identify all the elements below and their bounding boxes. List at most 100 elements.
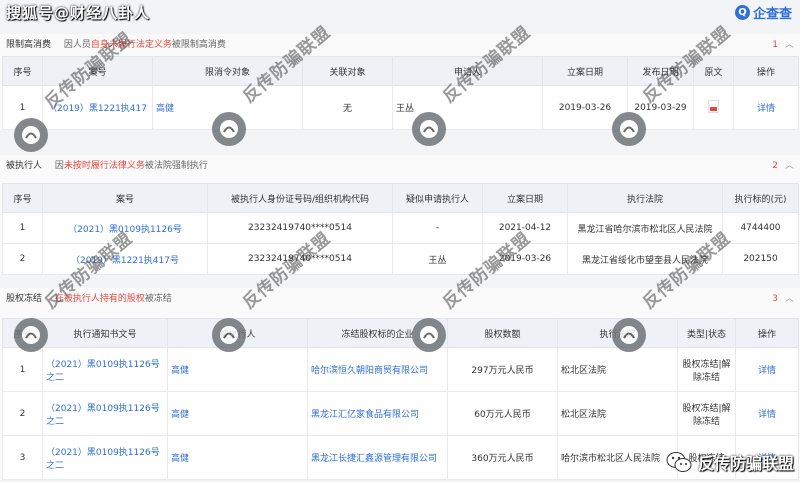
chevron-up-icon[interactable]: ︿	[785, 288, 794, 310]
section-desc: 因未按时履行法律义务被法院强制执行	[54, 161, 208, 171]
table-header-row: 序号 案号 限消令对象 关联对象 申请人 立案日期 发布日期 原文 操作	[2, 56, 799, 86]
col-header: 操作	[733, 56, 799, 86]
publish-date: 2019-03-29	[627, 85, 694, 130]
section-judgment-debtor: 被执行人 因未按时履行法律义务被法院强制执行 2 ︿ 序号 案号 被执行人身份证…	[0, 155, 800, 275]
company-link[interactable]: 黑龙江长捷汇鑫源管理有限公司	[307, 435, 448, 480]
person-link[interactable]: 高健	[167, 435, 308, 480]
court: 松北区法院	[557, 391, 678, 436]
amount: 202150	[722, 243, 799, 275]
qichacha-logo-icon: Q	[734, 4, 750, 20]
section-title: 股权冻结	[6, 294, 43, 304]
col-header: 发布日期	[627, 56, 694, 86]
case-number-link[interactable]: （2019）黑1221执417	[42, 85, 153, 130]
section-header: 股权冻结 在被执行人持有的股权被冻结 3 ︿	[0, 288, 800, 310]
section-header: 限制高消费 因人员自身未履行法定义务被限制高消费 1 ︿	[0, 34, 800, 56]
row-index: 1	[2, 212, 43, 244]
notice-number-link[interactable]: （2021）黑0109执1126号之二	[42, 347, 168, 392]
id-code: 23232419740****0514	[207, 212, 393, 244]
original-doc[interactable]	[693, 85, 734, 130]
chevron-up-icon[interactable]: ︿	[785, 34, 794, 56]
company-link[interactable]: 黑龙江汇亿家食品有限公司	[307, 391, 448, 436]
section-title: 被执行人	[6, 161, 43, 171]
table-row: 1 （2021）黑0109执1126号之二 高健 哈尔滨恒久朝阳商贸有限公司 2…	[2, 347, 799, 392]
details-link[interactable]: 详情	[735, 347, 799, 392]
col-header: 原文	[693, 56, 734, 86]
applicant: 王丛	[392, 85, 543, 130]
row-index: 1	[2, 347, 43, 392]
col-header: 序号	[2, 183, 43, 213]
col-header: 股权数额	[447, 318, 558, 348]
section-title: 限制高消费	[6, 40, 52, 50]
row-index: 2	[2, 391, 43, 436]
equity-amount: 360万元人民币	[447, 435, 558, 480]
judgment-debtor-table: 序号 案号 被执行人身份证号码/组织机构代码 疑似申请执行人 立案日期 执行法院…	[2, 183, 799, 275]
amount: 4744400	[722, 212, 799, 244]
section-count: 3	[772, 294, 778, 304]
col-header: 被执行人	[167, 318, 308, 348]
consumption-limit-table: 序号 案号 限消令对象 关联对象 申请人 立案日期 发布日期 原文 操作 1 （…	[2, 56, 799, 130]
col-header: 执行标的(元)	[722, 183, 799, 213]
related-party: 无	[302, 85, 393, 130]
notice-number-link[interactable]: （2021）黑0109执1126号之二	[42, 391, 168, 436]
col-header: 限消令对象	[152, 56, 303, 86]
filing-date: 2021-04-12	[482, 212, 568, 244]
col-header: 案号	[42, 183, 208, 213]
applicant: 王丛	[392, 243, 483, 275]
equity-amount: 297万元人民币	[447, 347, 558, 392]
col-header: 申请人	[392, 56, 543, 86]
section-count: 1	[772, 40, 778, 50]
filing-date: 2019-03-26	[482, 243, 568, 275]
table-row: 1 （2019）黑1221执417 高健 无 王丛 2019-03-26 201…	[2, 85, 799, 130]
court: 黑龙江省哈尔滨市松北区人民法院	[567, 212, 723, 244]
pdf-file-icon[interactable]	[708, 99, 719, 113]
person-link[interactable]: 高健	[167, 347, 308, 392]
table-header-row: 序号 执行通知书文号 被执行人 冻结股权标的企业 股权数额 执行法院 类型|状态…	[2, 318, 799, 348]
col-header: 执行法院	[557, 318, 678, 348]
court: 黑龙江省绥化市望奎县人民法院	[567, 243, 723, 275]
person-link[interactable]: 高健	[152, 85, 303, 130]
court: 哈尔滨市松北区人民法院	[557, 435, 678, 480]
footer-brand-text: 反传防骗联盟	[697, 454, 794, 473]
qichacha-logo[interactable]: Q 企查查	[734, 4, 792, 22]
section-count: 2	[772, 161, 778, 171]
case-number-link[interactable]: （2019）黑1221执417号	[42, 243, 208, 275]
applicant: -	[392, 212, 483, 244]
top-bar: 搜狐号@财经八卦人 Q 企查查	[0, 0, 800, 30]
notice-number-link[interactable]: （2021）黑0109执1126号之二	[42, 435, 168, 480]
footer-brand: 反传防骗联盟	[666, 450, 794, 474]
col-header: 立案日期	[542, 56, 628, 86]
filing-date: 2019-03-26	[542, 85, 628, 130]
col-header: 案号	[42, 56, 153, 86]
col-header: 关联对象	[302, 56, 393, 86]
row-index: 2	[2, 243, 43, 275]
col-header: 被执行人身份证号码/组织机构代码	[207, 183, 393, 213]
section-desc: 因人员自身未履行法定义务被限制高消费	[63, 40, 226, 50]
details-link[interactable]: 详情	[733, 85, 799, 130]
col-header: 冻结股权标的企业	[307, 318, 448, 348]
table-row: 1 （2021）黑0109执1126号 23232419740****0514 …	[2, 212, 799, 244]
row-index: 1	[2, 85, 43, 130]
table-header-row: 序号 案号 被执行人身份证号码/组织机构代码 疑似申请执行人 立案日期 执行法院…	[2, 183, 799, 213]
table-row: 2 （2019）黑1221执417号 23232419740****0514 王…	[2, 243, 799, 275]
details-link[interactable]: 详情	[735, 391, 799, 436]
qichacha-logo-text: 企查查	[752, 6, 792, 22]
col-header: 类型|状态	[677, 318, 736, 348]
section-desc: 在被执行人持有的股权被冻结	[54, 294, 172, 304]
table-row: 2 （2021）黑0109执1126号之二 高健 黑龙江汇亿家食品有限公司 60…	[2, 391, 799, 436]
type-status: 股权冻结|解除冻结	[677, 347, 736, 392]
id-code: 23232419740****0514	[207, 243, 393, 275]
type-status: 股权冻结|解除冻结	[677, 391, 736, 436]
col-header: 序号	[2, 318, 43, 348]
col-header: 序号	[2, 56, 43, 86]
person-link[interactable]: 高健	[167, 391, 308, 436]
row-index: 3	[2, 435, 43, 480]
col-header: 立案日期	[482, 183, 568, 213]
court: 松北区法院	[557, 347, 678, 392]
wechat-icon	[666, 452, 692, 472]
equity-amount: 60万元人民币	[447, 391, 558, 436]
sohu-account-label: 搜狐号@财经八卦人	[6, 4, 151, 22]
company-link[interactable]: 哈尔滨恒久朝阳商贸有限公司	[307, 347, 448, 392]
col-header: 疑似申请执行人	[392, 183, 483, 213]
chevron-up-icon[interactable]: ︿	[785, 155, 794, 177]
case-number-link[interactable]: （2021）黑0109执1126号	[42, 212, 208, 244]
